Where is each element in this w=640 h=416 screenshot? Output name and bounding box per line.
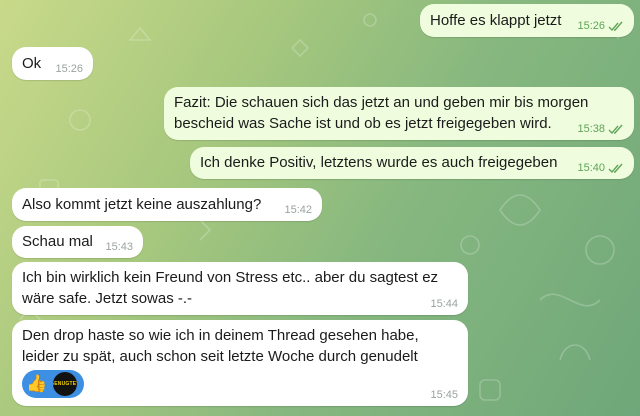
message-bubble-incoming[interactable]: Schau mal 15:43 xyxy=(12,226,143,258)
read-double-check-icon xyxy=(608,21,623,31)
message-text: Den drop haste so wie ich in deinem Thre… xyxy=(22,327,419,365)
message-time: 15:38 xyxy=(577,123,605,135)
message-text: Ich bin wirklich kein Freund von Stress … xyxy=(22,269,439,307)
reactor-avatar: GENUGTEV xyxy=(53,372,77,396)
message-meta: 15:26 xyxy=(55,63,83,75)
message-meta: 15:26 xyxy=(577,20,624,32)
message-bubble-outgoing[interactable]: Ich denke Positiv, letztens wurde es auc… xyxy=(190,147,634,179)
message-meta: 15:44 xyxy=(430,298,458,310)
message-text: Ich denke Positiv, letztens wurde es auc… xyxy=(200,154,558,171)
read-double-check-icon xyxy=(608,163,623,173)
message-list[interactable]: Hoffe es klappt jetzt 15:26 Ok 15:26 Faz… xyxy=(0,0,640,416)
message-meta: 15:43 xyxy=(105,241,133,253)
message-time: 15:44 xyxy=(430,298,458,310)
message-time: 15:45 xyxy=(430,389,458,401)
message-meta: 15:38 xyxy=(577,123,624,135)
reaction-chip[interactable]: 👍 GENUGTEV xyxy=(22,370,84,398)
message-bubble-outgoing[interactable]: Hoffe es klappt jetzt 15:26 xyxy=(420,4,634,37)
message-text: Also kommt jetzt keine auszahlung? xyxy=(22,196,262,213)
message-bubble-incoming[interactable]: Ok 15:26 xyxy=(12,47,93,80)
message-time: 15:43 xyxy=(105,241,133,253)
message-time: 15:40 xyxy=(577,162,605,174)
message-time: 15:26 xyxy=(55,63,83,75)
reactor-avatar-label: GENUGTEV xyxy=(53,380,77,387)
message-meta: 15:40 xyxy=(577,162,624,174)
message-bubble-outgoing[interactable]: Fazit: Die schauen sich das jetzt an und… xyxy=(164,87,634,140)
message-meta: 15:45 xyxy=(430,389,458,401)
message-time: 15:26 xyxy=(577,20,605,32)
message-time: 15:42 xyxy=(284,204,312,216)
message-meta: 15:42 xyxy=(284,204,312,216)
message-text: Fazit: Die schauen sich das jetzt an und… xyxy=(174,94,589,132)
message-bubble-incoming[interactable]: Ich bin wirklich kein Freund von Stress … xyxy=(12,262,468,315)
message-bubble-incoming[interactable]: Den drop haste so wie ich in deinem Thre… xyxy=(12,320,468,406)
read-double-check-icon xyxy=(608,124,623,134)
message-bubble-incoming[interactable]: Also kommt jetzt keine auszahlung? 15:42 xyxy=(12,188,322,221)
thumbs-up-icon: 👍 xyxy=(26,374,48,393)
